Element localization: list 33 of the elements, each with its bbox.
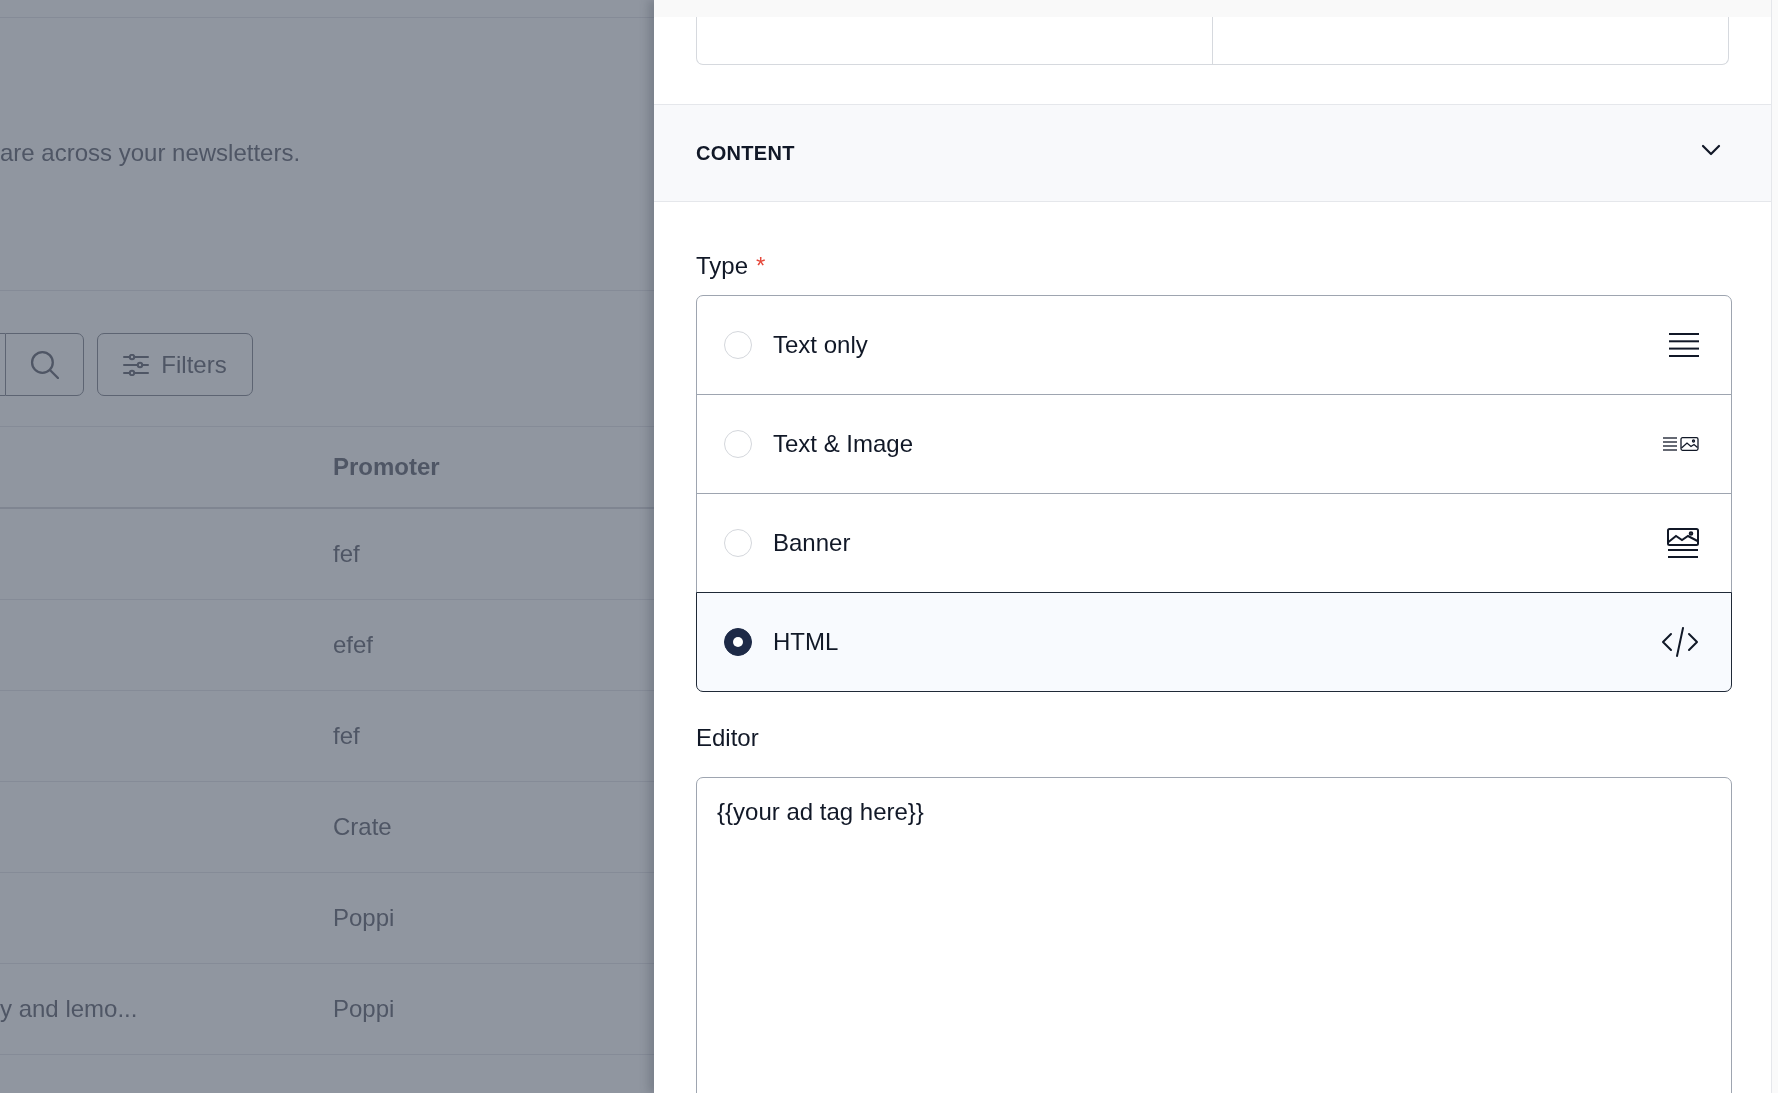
table-cell: Poppi	[333, 995, 395, 1023]
code-editor-field[interactable]: {{your ad tag here}}	[696, 777, 1732, 1093]
radio-option[interactable]: HTML	[696, 592, 1732, 692]
text-image-icon	[1663, 437, 1699, 451]
input-field[interactable]	[696, 17, 1213, 65]
option-label: Text & Image	[773, 430, 915, 458]
radio-option[interactable]: Text & Image	[696, 394, 1732, 494]
option-label: Banner	[773, 529, 852, 557]
option-label: HTML	[773, 628, 840, 656]
column-header: Promoter	[333, 453, 440, 481]
table-cell: fef	[333, 722, 360, 750]
table-cell: Poppi	[333, 904, 395, 932]
field-label: Type	[696, 251, 749, 281]
radio-option[interactable]: Text only	[696, 295, 1732, 395]
page-description: are across your newsletters.	[0, 138, 302, 168]
field-label: Editor	[696, 723, 759, 753]
option-label: Text only	[773, 331, 869, 359]
radio-option[interactable]: Banner	[696, 493, 1732, 593]
filter-sliders-icon	[123, 353, 150, 376]
table-cell: y and lemo...	[0, 995, 138, 1023]
section-title: CONTENT	[696, 141, 795, 165]
search-button[interactable]	[5, 333, 84, 396]
table-cell: Crate	[333, 813, 392, 841]
input-field[interactable]	[1213, 17, 1729, 65]
required-mark: *	[756, 251, 766, 281]
table-cell: fef	[333, 540, 360, 568]
text-lines-icon	[1669, 333, 1699, 357]
search-icon	[30, 350, 59, 379]
section-header[interactable]: CONTENT	[654, 104, 1771, 202]
search-field[interactable]	[0, 333, 5, 396]
table-cell: efef	[333, 631, 374, 659]
code-icon	[1661, 627, 1699, 657]
banner-image-icon	[1667, 528, 1699, 558]
